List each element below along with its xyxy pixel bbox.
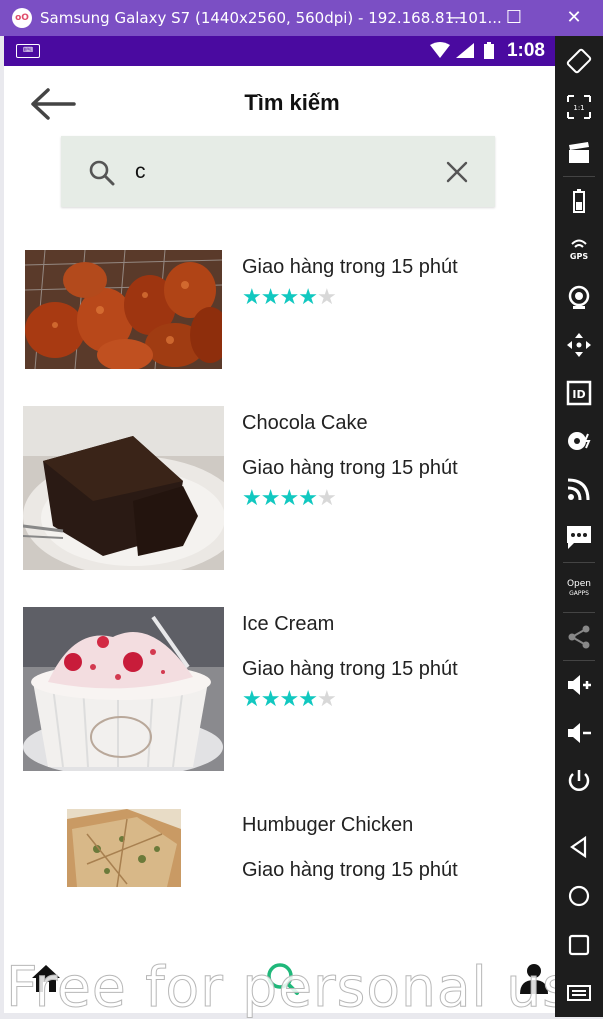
status-icons [428, 41, 508, 66]
rss-icon[interactable] [564, 474, 594, 504]
star-empty-icon: ★ [316, 686, 337, 711]
emulator-sidebar: 1:1 GPS ID Open GAPPS [555, 36, 603, 1017]
app-logo: oO [12, 8, 32, 28]
watermark-text: Free for personal use [6, 955, 603, 1019]
delivery-time: Giao hàng trong 15 phút [242, 256, 458, 278]
opengapps-icon[interactable]: Open GAPPS [564, 572, 594, 602]
star-empty-icon: ★ [316, 485, 337, 510]
item-name: Chocola Cake [242, 412, 368, 434]
svg-text:GAPPS: GAPPS [569, 590, 589, 597]
list-item[interactable]: Ice Cream Giao hàng trong 15 phút ★★★★★ [4, 603, 555, 773]
star-filled-icon: ★ [242, 284, 262, 309]
volume-up-icon[interactable] [564, 670, 594, 700]
move-icon[interactable] [564, 330, 594, 360]
maximize-button[interactable]: ☐ [500, 4, 528, 32]
search-input[interactable] [135, 156, 435, 188]
id-icon[interactable]: ID [564, 378, 594, 408]
menu-icon[interactable] [564, 978, 594, 1008]
recents-icon[interactable] [564, 930, 594, 960]
star-filled-icon: ★ [298, 485, 318, 510]
wifi-signal-battery-icon [430, 42, 494, 59]
svg-text:Open: Open [567, 579, 591, 589]
star-filled-icon: ★ [279, 485, 299, 510]
list-item[interactable]: Giao hàng trong 15 phút ★★★★★ [4, 246, 555, 416]
delivery-time: Giao hàng trong 15 phút [242, 457, 458, 479]
star-filled-icon: ★ [279, 686, 299, 711]
rotate-icon[interactable] [564, 46, 594, 76]
minimize-button[interactable]: — [442, 4, 470, 32]
screencast-icon[interactable] [564, 138, 594, 168]
star-filled-icon: ★ [260, 485, 281, 510]
page-title: Tìm kiếm [244, 90, 340, 115]
rating-stars: ★★★★★ [242, 686, 337, 711]
rating-stars: ★★★★★ [242, 485, 337, 510]
power-icon[interactable] [564, 766, 594, 796]
star-filled-icon: ★ [260, 284, 281, 309]
food-image-chocolate-cake [23, 406, 224, 570]
battery-icon[interactable] [564, 186, 594, 216]
app-screen: Tìm kiếm c Giao hàng trong 15 phút ★★★★★… [4, 66, 555, 1013]
star-empty-icon: ★ [316, 284, 337, 309]
star-filled-icon: ★ [298, 284, 318, 309]
svg-text:1:1: 1:1 [573, 104, 584, 112]
camera-icon[interactable] [564, 282, 594, 312]
volume-down-icon[interactable] [564, 718, 594, 748]
food-image-ice-cream [23, 607, 224, 771]
media-icon[interactable] [564, 426, 594, 456]
gps-icon[interactable]: GPS [564, 234, 594, 264]
star-filled-icon: ★ [242, 686, 262, 711]
star-filled-icon: ★ [242, 485, 262, 510]
status-bar: ⌨ 1:08 [4, 36, 555, 66]
rating-stars: ★★★★★ [242, 284, 337, 309]
list-item[interactable]: Chocola Cake Giao hàng trong 15 phút ★★★… [4, 402, 555, 572]
keyboard-icon: ⌨ [16, 44, 40, 58]
star-filled-icon: ★ [279, 284, 299, 309]
status-time: 1:08 [506, 40, 545, 61]
sms-icon[interactable] [564, 522, 594, 552]
delivery-time: Giao hàng trong 15 phút [242, 658, 458, 680]
star-filled-icon: ★ [298, 686, 318, 711]
share-icon[interactable] [564, 622, 594, 652]
food-image-fried-chicken [25, 250, 222, 369]
back-icon[interactable] [564, 832, 594, 862]
close-icon[interactable] [445, 160, 469, 189]
svg-text:ID: ID [572, 388, 585, 401]
food-image-pizza [67, 809, 181, 887]
home-circle-icon[interactable] [564, 881, 594, 911]
close-window-button[interactable]: ✕ [560, 4, 588, 32]
item-name: Humbuger Chicken [242, 814, 414, 836]
svg-text:GPS: GPS [570, 252, 588, 261]
window-titlebar: oO Samsung Galaxy S7 (1440x2560, 560dpi)… [0, 0, 603, 36]
search-icon[interactable] [89, 160, 115, 191]
window-title: Samsung Galaxy S7 (1440x2560, 560dpi) - … [40, 9, 502, 27]
search-bar[interactable] [61, 136, 495, 207]
item-name: Ice Cream [242, 613, 335, 635]
delivery-time: Giao hàng trong 15 phút [242, 859, 458, 881]
scale-icon[interactable]: 1:1 [564, 92, 594, 122]
star-filled-icon: ★ [260, 686, 281, 711]
